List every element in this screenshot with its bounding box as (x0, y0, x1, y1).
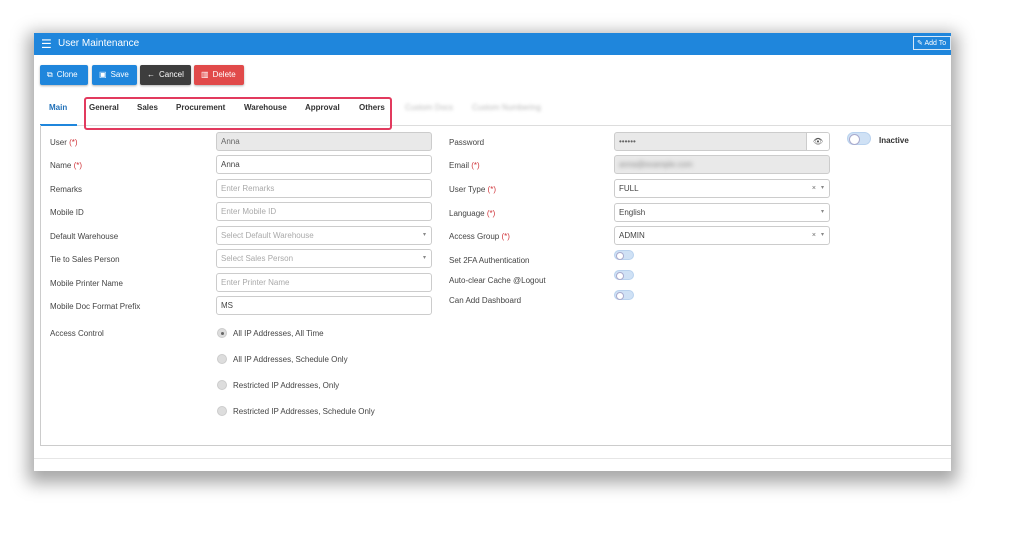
chevron-down-icon: ▾ (820, 232, 824, 238)
password-label: Password (449, 138, 485, 147)
prefix-field[interactable]: MS (216, 296, 432, 315)
save-icon: ▣ (99, 70, 107, 79)
radio-label: All IP Addresses, All Time (233, 329, 324, 338)
trash-icon: ▥ (201, 70, 209, 79)
chevron-down-icon: ▾ (422, 232, 426, 238)
chevron-down-icon: ▾ (422, 255, 426, 261)
access-group-select[interactable]: ADMIN × ▾ (614, 226, 830, 245)
user-label: User (*) (50, 138, 78, 147)
delete-button[interactable]: ▥ Delete (194, 65, 244, 85)
user-type-label: User Type (*) (449, 185, 496, 194)
footer-divider (34, 458, 951, 459)
page-title: User Maintenance (58, 38, 140, 49)
twofa-toggle[interactable] (614, 250, 634, 260)
default-warehouse-label: Default Warehouse (50, 232, 119, 241)
chevron-down-icon: ▾ (820, 209, 824, 215)
access-group-label: Access Group (*) (449, 232, 510, 241)
arrow-left-icon: ← (147, 70, 155, 79)
prefix-label: Mobile Doc Format Prefix (50, 302, 141, 311)
tab-custom-docs[interactable]: Custom Docs (405, 103, 453, 112)
add-to-button[interactable]: ✎ Add To (913, 36, 951, 50)
radio-all-ip-all-time[interactable] (217, 328, 227, 338)
radio-restricted-ip-schedule[interactable] (217, 406, 227, 416)
default-warehouse-select[interactable]: Select Default Warehouse ▾ (216, 226, 432, 245)
language-select[interactable]: English ▾ (614, 203, 830, 222)
autoclear-label: Auto-clear Cache @Logout (449, 276, 546, 285)
email-field[interactable]: anna@example.com (614, 155, 830, 174)
clone-icon: ⧉ (47, 70, 53, 79)
password-field[interactable]: •••••• 👁 (614, 132, 830, 151)
dashboard-toggle[interactable] (614, 290, 634, 300)
name-label: Name (*) (50, 161, 83, 170)
remarks-label: Remarks (50, 185, 83, 194)
name-field[interactable]: Anna (216, 155, 432, 174)
radio-label: All IP Addresses, Schedule Only (233, 355, 348, 364)
tie-sales-label: Tie to Sales Person (50, 255, 120, 264)
radio-label: Restricted IP Addresses, Schedule Only (233, 407, 375, 416)
printer-field[interactable]: Enter Printer Name (216, 273, 432, 292)
clone-button[interactable]: ⧉ Clone (40, 65, 88, 85)
sales-person-select[interactable]: Select Sales Person ▾ (216, 249, 432, 268)
main-form-panel: User (*) Anna Name (*) Anna Remarks Ente… (40, 125, 951, 446)
printer-label: Mobile Printer Name (50, 279, 123, 288)
app-window: ☰ User Maintenance ✎ Add To ⧉ Clone ▣ Save… (34, 33, 951, 471)
dashboard-label: Can Add Dashboard (449, 296, 522, 305)
tab-main[interactable]: Main (49, 103, 67, 112)
radio-restricted-ip-only[interactable] (217, 380, 227, 390)
language-label: Language (*) (449, 209, 496, 218)
access-control-label: Access Control (50, 329, 104, 338)
remarks-field[interactable]: Enter Remarks (216, 179, 432, 198)
autoclear-toggle[interactable] (614, 270, 634, 280)
tab-custom-numbering[interactable]: Custom Numbering (472, 103, 541, 112)
mobile-id-field[interactable]: Enter Mobile ID (216, 202, 432, 221)
pencil-icon: ✎ (917, 40, 923, 47)
inactive-toggle[interactable] (847, 132, 871, 145)
user-type-select[interactable]: FULL × ▾ (614, 179, 830, 198)
mobile-id-label: Mobile ID (50, 208, 84, 217)
hamburger-menu-icon[interactable]: ☰ (41, 38, 52, 50)
radio-label: Restricted IP Addresses, Only (233, 381, 340, 390)
save-button[interactable]: ▣ Save (92, 65, 137, 85)
user-field: Anna (216, 132, 432, 151)
clear-icon[interactable]: × (812, 180, 816, 197)
cancel-button[interactable]: ← Cancel (140, 65, 191, 85)
eye-icon[interactable]: 👁 (806, 133, 829, 150)
radio-all-ip-schedule[interactable] (217, 354, 227, 364)
chevron-down-icon: ▾ (820, 185, 824, 191)
title-bar: ☰ User Maintenance ✎ Add To (34, 33, 951, 55)
clear-icon[interactable]: × (812, 227, 816, 244)
twofa-label: Set 2FA Authentication (449, 256, 530, 265)
email-label: Email (*) (449, 161, 480, 170)
inactive-label: Inactive (879, 136, 909, 145)
